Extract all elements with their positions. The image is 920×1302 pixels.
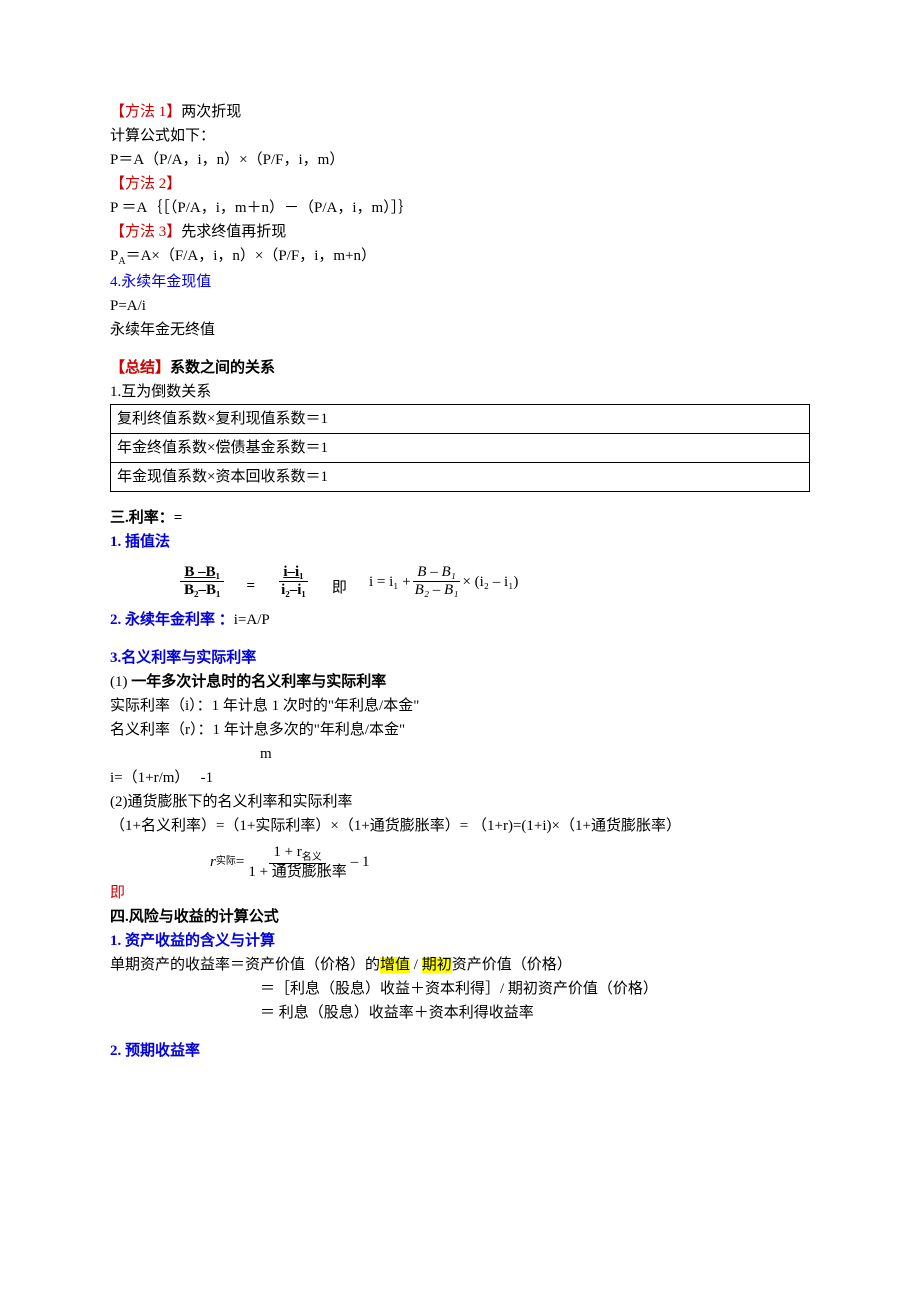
interp-left-num: B –B₁ [180,564,224,582]
inflation-num-pre: 1 + r [273,844,301,860]
formula1: P＝A（P/A，i，n）×（P/F，i，m） [110,148,810,172]
risk-line1-hl1: 增值 [380,957,410,973]
table-row: 年金终值系数×偿债基金系数＝1 [111,434,810,463]
nominal-item1-pre: (1) [110,674,131,690]
interpolation-title: 1. 插值法 [110,530,810,554]
interp-eq: = [247,574,256,600]
method3-line: 【方法 3】先求终值再折现 [110,220,810,244]
interpolation-formula: B –B₁ B₂–B₁ = i–i₁ i₂–i₁ 即 i = i₁ + B – … [110,564,810,600]
formula3-rest: ＝A×（F/A，i，n）×（P/F，i，m+n） [126,248,376,264]
risk-line1: 单期资产的收益率＝资产价值（价格）的增值 / 期初资产价值（价格） [110,953,810,977]
inflation-num-sub: 名义 [302,852,322,863]
perp-rate-line: 2. 永续年金利率 ：i=A/P [110,608,810,632]
risk-line1-hl2: 期初 [422,957,452,973]
inflation-den: 1 + 通货膨胀率 [244,864,350,881]
inflation-line: （1+名义利率）=（1+实际利率）×（1+通货膨胀率）= （1+r)=(1+i)… [110,814,810,838]
perp-rate-title: 2. 永续年金利率 ： [110,612,234,628]
method3-label: 【方法 3】 [110,224,181,240]
table-row: 复利终值系数×复利现值系数＝1 [111,405,810,434]
interp-ji: 即 [332,576,347,600]
table-row: 年金现值系数×资本回收系数＝1 [111,463,810,492]
inflation-post: – 1 [351,850,370,874]
formula3-sub: A [118,256,125,267]
perpetuity-note: 永续年金无终值 [110,318,810,342]
inflation-frac: 1 + r名义 1 + 通货膨胀率 [244,844,350,882]
calc-label: 计算公式如下： [110,124,810,148]
interp-frac-right: i–i₁ i₂–i₁ [277,564,310,600]
summary-item1: 1.互为倒数关系 [110,380,810,404]
real-rate-def: 实际利率（i）：1 年计息 1 次时的"年利息/本金" [110,694,810,718]
nominal-title: 3.名义利率与实际利率 [110,646,810,670]
method2-line: 【方法 2】 [110,172,810,196]
coefficients-table: 复利终值系数×复利现值系数＝1 年金终值系数×偿债基金系数＝1 年金现值系数×资… [110,404,810,492]
interp-right-den: i₂–i₁ [277,582,310,599]
method1-label: 【方法 1】 [110,104,181,120]
method2-label: 【方法 2】 [110,176,181,192]
interp-result-pre: i = i₁ + [369,570,411,594]
interp-result-num: B – B₁ [413,564,460,582]
m-exponent: m [110,742,810,766]
formula2: P ＝A｛［（P/A，i，m＋n）－（P/A，i，m）］｝ [110,196,810,220]
inflation-num: 1 + r名义 [269,844,325,865]
inflation-r-sub: 实际 [216,854,236,870]
nominal-item1-text: 一年多次计息时的名义利率与实际利率 [131,674,386,690]
interp-result-den: B₂ – B₁ [411,582,463,599]
inflation-title: (2)通货膨胀下的名义利率和实际利率 [110,790,810,814]
perpetuity-formula: P=A/i [110,294,810,318]
summary-heading: 【总结】系数之间的关系 [110,356,810,380]
risk-line3: ＝ 利息（股息）收益率＋资本利得收益率 [110,1001,810,1025]
interp-result-frac: B – B₁ B₂ – B₁ [411,564,463,600]
rate-heading: 三.利率：= [110,506,810,530]
nominal-item1: (1) 一年多次计息时的名义利率与实际利率 [110,670,810,694]
formula3: PA＝A×（F/A，i，n）×（P/F，i，m+n） [110,244,810,270]
risk-line1-post: 资产价值（价格） [452,957,572,973]
method3-text: 先求终值再折现 [181,224,286,240]
interp-result-post: × (i₂ – i₁) [462,570,518,594]
inflation-ji: 即 [110,881,810,905]
method1-text: 两次折现 [181,104,241,120]
perpetuity-title: 4.永续年金现值 [110,270,810,294]
interp-result: i = i₁ + B – B₁ B₂ – B₁ × (i₂ – i₁) [369,564,519,600]
inflation-formula: r实际 = 1 + r名义 1 + 通货膨胀率 – 1 [110,844,810,882]
summary-bracket: 【总结】 [110,360,170,376]
perp-rate-val: i=A/P [234,612,270,628]
nom-rate-def: 名义利率（r）：1 年计息多次的"年利息/本金" [110,718,810,742]
risk-line1-pre: 单期资产的收益率＝资产价值（价格）的 [110,957,380,973]
inflation-eq: = [236,850,244,874]
risk-line1-mid: / [410,957,422,973]
summary-text: 系数之间的关系 [170,360,275,376]
risk-heading: 四.风险与收益的计算公式 [110,905,810,929]
risk-item1: 1. 资产收益的含义与计算 [110,929,810,953]
interp-left-den: B₂–B₁ [180,582,225,599]
interp-frac-left: B –B₁ B₂–B₁ [180,564,225,600]
interp-right-num: i–i₁ [279,564,307,582]
conv-formula: i=（1+r/m） -1 [110,766,810,790]
risk-item2: 2. 预期收益率 [110,1039,810,1063]
method1-line: 【方法 1】两次折现 [110,100,810,124]
risk-line2: ＝［利息（股息）收益＋资本利得］/ 期初资产价值（价格） [110,977,810,1001]
